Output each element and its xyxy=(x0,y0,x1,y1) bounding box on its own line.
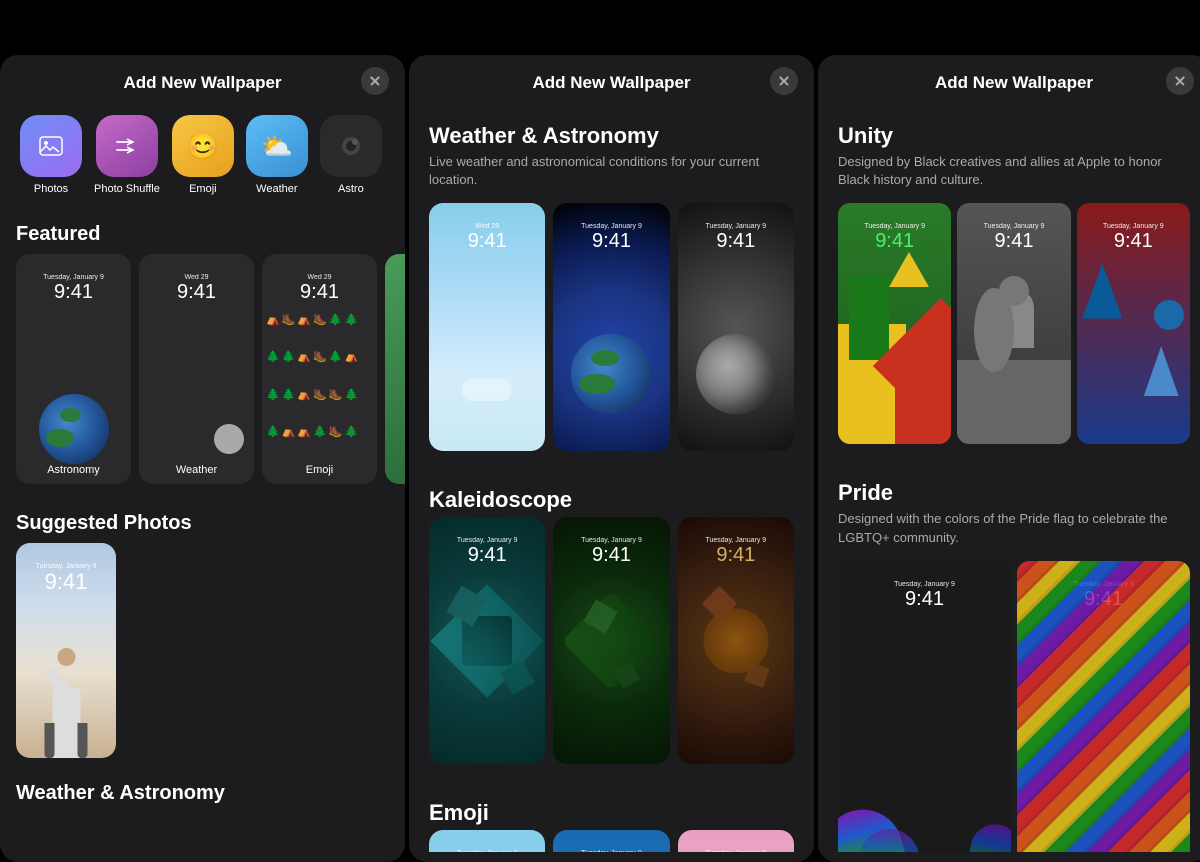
featured-weather[interactable]: Wed 29 9:41 Weather xyxy=(139,254,254,484)
pride-section: Pride Designed with the colors of the Pr… xyxy=(818,464,1200,852)
shuffle-label: Photo Shuffle xyxy=(94,183,160,195)
kaleidoscope-wallpaper-grid: Tuesday, January 9 9:41 Tuesday, Janua xyxy=(429,517,794,765)
kc-card-1[interactable]: Tuesday, January 9 9:41 xyxy=(429,517,545,765)
pride-card-paint[interactable]: Tuesday, January 9 9:41 xyxy=(838,561,1011,852)
astro-time: 9:41 xyxy=(16,281,131,303)
kaleidoscope-title: Kaleidoscope xyxy=(429,487,794,513)
icon-item-weather[interactable]: ⛅ Weather xyxy=(246,115,308,195)
suggested-time: 9:41 xyxy=(16,570,116,594)
weather-astronomy-desc: Live weather and astronomical conditions… xyxy=(429,153,794,189)
emoji-card-flowers[interactable]: Tuesday, January 9 9:41 🌸🌺🌸🌺 🌺🌸🌺🌸 🌸🌺🌸🌺 🌺… xyxy=(678,830,794,852)
kc-card-2[interactable]: Tuesday, January 9 9:41 xyxy=(553,517,669,765)
right-panel-title: Add New Wallpaper xyxy=(935,73,1093,93)
unity-card-gray[interactable]: Tuesday, January 9 9:41 xyxy=(957,203,1070,444)
center-close-button[interactable] xyxy=(770,67,798,95)
featured-emoji[interactable]: Wed 29 9:41 ⛺🥾⛺🥾 🌲🌲🌲🌲 ⛺🥾🌲⛺ 🌲🌲⛺🥾 🥾🌲🌲⛺ ⛺🌲🥾… xyxy=(262,254,377,484)
emoji-label-bottom: Emoji xyxy=(262,464,377,476)
suggested-heading: Suggested Photos xyxy=(0,500,405,543)
emoji-featured-time: 9:41 xyxy=(262,281,377,303)
weather-featured-time: 9:41 xyxy=(139,281,254,303)
kaleidoscope-section: Kaleidoscope Tuesday, January 9 9:41 xyxy=(409,471,814,785)
weather-astronomy-title: Weather & Astronomy xyxy=(429,123,794,149)
left-panel: Add New Wallpaper Photos xyxy=(0,55,405,862)
weather-label-bottom: Weather xyxy=(139,464,254,476)
featured-astronomy[interactable]: Tuesday, January 9 9:41 Astronomy xyxy=(16,254,131,484)
astro-label: Astro xyxy=(338,183,364,195)
suggested-date: Tuesday, January 9 xyxy=(16,563,116,570)
right-panel-header: Add New Wallpaper xyxy=(818,55,1200,107)
astro-date: Tuesday, January 9 xyxy=(16,274,131,281)
unity-title: Unity xyxy=(838,123,1190,149)
weather-day-card[interactable]: Wed 29 9:41 xyxy=(429,203,545,451)
icon-item-astro[interactable]: Astro xyxy=(320,115,382,195)
left-panel-title: Add New Wallpaper xyxy=(123,73,281,93)
unity-section: Unity Designed by Black creatives and al… xyxy=(818,107,1200,464)
photos-label: Photos xyxy=(34,183,68,195)
suggested-photo-item[interactable]: Tuesday, January 9 9:41 xyxy=(16,543,116,758)
featured-heading: Featured xyxy=(0,211,405,254)
weather-astronomy-section: Weather & Astronomy Live weather and ast… xyxy=(409,107,814,471)
left-panel-header: Add New Wallpaper xyxy=(0,55,405,107)
featured-partial[interactable] xyxy=(385,254,405,484)
center-panel-header: Add New Wallpaper xyxy=(409,55,814,107)
icon-item-photos[interactable]: Photos xyxy=(20,115,82,195)
featured-row: Tuesday, January 9 9:41 Astronomy Wed 29… xyxy=(0,254,405,484)
featured-title: Featured xyxy=(16,223,100,245)
kc-card-3[interactable]: Tuesday, January 9 9:41 xyxy=(678,517,794,765)
pride-thumbs-row: Tuesday, January 9 9:41 Tuesd xyxy=(838,561,1190,852)
center-panel-title: Add New Wallpaper xyxy=(532,73,690,93)
suggested-title: Suggested Photos xyxy=(16,512,192,534)
astro-icon xyxy=(320,115,382,177)
weather-wallpaper-grid: Wed 29 9:41 Tuesday, January 9 9:41 xyxy=(429,203,794,451)
center-panel: Add New Wallpaper Weather & Astronomy Li… xyxy=(409,55,814,862)
photos-icon xyxy=(20,115,82,177)
emoji-label: Emoji xyxy=(189,183,217,195)
right-panel-scroll[interactable]: Unity Designed by Black creatives and al… xyxy=(818,107,1200,852)
left-icon-row: Photos Photo Shuffle 😊 Emoji xyxy=(0,107,405,211)
pride-title: Pride xyxy=(838,480,1190,506)
pride-card-stripes[interactable]: Tuesday, January 9 9:41 xyxy=(1017,561,1190,852)
unity-card-redblue[interactable]: Tuesday, January 9 9:41 xyxy=(1077,203,1190,444)
weather-moon-card[interactable]: Tuesday, January 9 9:41 xyxy=(678,203,794,451)
emoji-category-title: Emoji xyxy=(429,800,794,826)
shuffle-icon xyxy=(96,115,158,177)
center-panel-scroll[interactable]: Weather & Astronomy Live weather and ast… xyxy=(409,107,814,852)
emoji-card-fish[interactable]: Tuesday, January 9 9:41 🐟🐠🐡🐟 🐠🐡🐟🐠 🐡🐟🐠🐡 🐟… xyxy=(553,830,669,852)
right-panel: Add New Wallpaper Unity Designed by Blac… xyxy=(818,55,1200,862)
unity-card-green[interactable]: Tuesday, January 9 9:41 xyxy=(838,203,951,444)
icon-item-shuffle[interactable]: Photo Shuffle xyxy=(94,115,160,195)
right-close-button[interactable] xyxy=(1166,67,1194,95)
weather-featured-date: Wed 29 xyxy=(139,274,254,281)
emoji-card-animals[interactable]: Tuesday, January 9 9:41 🐝🌸🐝🌸 ☁️🌸🐝☁️ 🌸🐝☁️… xyxy=(429,830,545,852)
unity-thumbs-row: Tuesday, January 9 9:41 xyxy=(838,203,1190,444)
emoji-category-section: Emoji Tuesday, January 9 9:41 🐝🌸🐝🌸 ☁️🌸🐝☁… xyxy=(409,784,814,852)
unity-desc: Designed by Black creatives and allies a… xyxy=(838,153,1190,189)
icon-item-emoji[interactable]: 😊 Emoji xyxy=(172,115,234,195)
pride-desc: Designed with the colors of the Pride fl… xyxy=(838,510,1190,546)
weather-earth-card[interactable]: Tuesday, January 9 9:41 xyxy=(553,203,669,451)
emoji-wallpaper-grid: Tuesday, January 9 9:41 🐝🌸🐝🌸 ☁️🌸🐝☁️ 🌸🐝☁️… xyxy=(429,830,794,852)
emoji-icon: 😊 xyxy=(172,115,234,177)
weather-label: Weather xyxy=(256,183,297,195)
left-close-button[interactable] xyxy=(361,67,389,95)
weather-icon: ⛅ xyxy=(246,115,308,177)
bottom-section-label: Weather & Astronomy xyxy=(0,770,405,809)
astro-label-bottom: Astronomy xyxy=(16,464,131,476)
suggested-row: Tuesday, January 9 9:41 xyxy=(0,543,405,758)
emoji-featured-date: Wed 29 xyxy=(262,274,377,281)
